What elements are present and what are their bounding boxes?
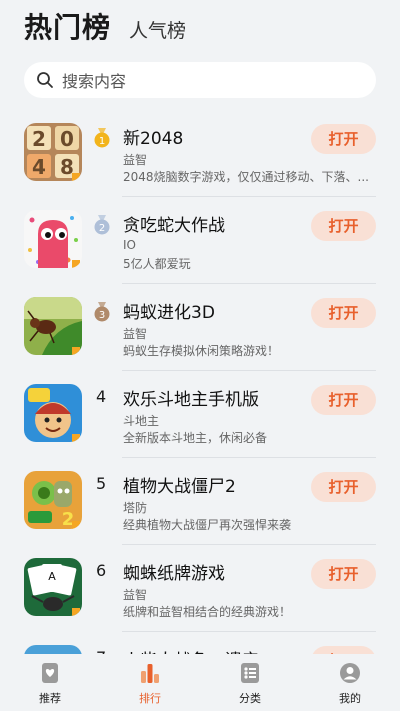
svg-text:2: 2 <box>32 127 46 151</box>
app-category: 斗地主 <box>123 414 160 428</box>
app-icon-snake[interactable] <box>24 210 82 268</box>
open-button[interactable]: 打开 <box>311 124 376 154</box>
open-button[interactable]: 打开 <box>311 385 376 415</box>
tab-ranking[interactable]: 排行 <box>100 654 200 711</box>
svg-text:0: 0 <box>60 127 74 151</box>
tab-label: 分类 <box>239 692 261 705</box>
bronze-medal-icon: 3 <box>94 302 110 322</box>
search-input[interactable]: 搜索内容 <box>62 68 126 92</box>
tab-label: 排行 <box>139 692 161 705</box>
tab-label: 推荐 <box>39 692 61 705</box>
list-item[interactable]: 7 火柴人战争：遗产 打开 <box>0 632 400 654</box>
open-button[interactable]: 打开 <box>311 646 376 654</box>
page-title: 热门榜 <box>24 11 112 44</box>
app-description: 经典植物大战僵尸再次强悍来袭 <box>123 518 292 532</box>
app-name: 蚂蚁进化3D <box>123 303 215 323</box>
app-category: 益智 <box>123 327 148 341</box>
ranking-list: 2 0 4 8 1 新2048 益智 2048烧脑数字游戏，仅仅通过移动、下落、… <box>0 110 400 654</box>
app-category: 益智 <box>123 153 148 167</box>
category-list-icon <box>241 663 259 683</box>
app-icon-pvz2[interactable]: 2 <box>24 471 82 529</box>
bottom-tab-bar: 推荐 排行 分类 我的 <box>0 654 400 711</box>
open-button[interactable]: 打开 <box>311 559 376 589</box>
app-icon-stick-war[interactable] <box>24 645 82 654</box>
svg-text:3: 3 <box>99 310 105 321</box>
app-description: 5亿人都爱玩 <box>123 257 191 271</box>
app-name: 植物大战僵尸2 <box>123 477 236 497</box>
list-item[interactable]: 3 蚂蚁进化3D 益智 蚂蚁生存模拟休闲策略游戏！ 打开 <box>0 284 400 371</box>
silver-medal-icon: 2 <box>94 215 110 235</box>
open-button[interactable]: 打开 <box>311 211 376 241</box>
svg-text:1: 1 <box>99 136 105 147</box>
heart-card-icon <box>42 663 58 683</box>
app-description: 2048烧脑数字游戏，仅仅通过移动、下落、... <box>123 170 369 184</box>
svg-text:4: 4 <box>32 155 46 179</box>
app-category: 塔防 <box>123 501 148 515</box>
app-category: IO <box>123 238 136 252</box>
list-item[interactable]: 2 0 4 8 1 新2048 益智 2048烧脑数字游戏，仅仅通过移动、下落、… <box>0 110 400 197</box>
search-icon <box>37 72 53 88</box>
svg-text:A: A <box>48 570 56 583</box>
app-description: 全新版本斗地主，休闲必备 <box>123 431 268 445</box>
tab-popularity-chart[interactable]: 人气榜 <box>129 16 186 43</box>
list-item[interactable]: A 6 蜘蛛纸牌游戏 益智 纸牌和益智相结合的经典游戏！ 打开 <box>0 545 400 632</box>
rank-number: 5 <box>96 474 107 493</box>
list-item[interactable]: 2 贪吃蛇大作战 IO 5亿人都爱玩 打开 <box>0 197 400 284</box>
page-header: 热门榜 人气榜 <box>24 6 186 46</box>
app-description: 纸牌和益智相结合的经典游戏！ <box>123 605 292 619</box>
app-icon-landlord[interactable] <box>24 384 82 442</box>
bar-chart-icon <box>141 664 159 683</box>
user-avatar-icon <box>340 663 360 683</box>
tab-mine[interactable]: 我的 <box>300 654 400 711</box>
list-item[interactable]: 2 5 植物大战僵尸2 塔防 经典植物大战僵尸再次强悍来袭 打开 <box>0 458 400 545</box>
app-icon-2048[interactable]: 2 0 4 8 <box>24 123 82 181</box>
open-button[interactable]: 打开 <box>311 472 376 502</box>
app-icon-spider-solitaire[interactable]: A <box>24 558 82 616</box>
svg-text:2: 2 <box>99 223 105 234</box>
app-category: 益智 <box>123 588 148 602</box>
list-item[interactable]: 4 欢乐斗地主手机版 斗地主 全新版本斗地主，休闲必备 打开 <box>0 371 400 458</box>
app-name: 火柴人战争：遗产 <box>123 646 259 654</box>
rank-number: 6 <box>96 561 107 580</box>
tab-label: 我的 <box>339 692 361 705</box>
svg-text:8: 8 <box>60 155 74 179</box>
app-icon-ant[interactable] <box>24 297 82 355</box>
gold-medal-icon: 1 <box>94 128 110 148</box>
app-name: 蜘蛛纸牌游戏 <box>123 564 225 584</box>
search-bar[interactable]: 搜索内容 <box>24 62 376 98</box>
app-name: 欢乐斗地主手机版 <box>123 390 259 410</box>
open-button[interactable]: 打开 <box>311 298 376 328</box>
app-name: 新2048 <box>123 129 184 149</box>
app-name: 贪吃蛇大作战 <box>123 216 225 236</box>
app-description: 蚂蚁生存模拟休闲策略游戏！ <box>123 344 280 358</box>
rank-number: 4 <box>96 387 107 406</box>
tab-recommend[interactable]: 推荐 <box>0 654 100 711</box>
tab-category[interactable]: 分类 <box>200 654 300 711</box>
